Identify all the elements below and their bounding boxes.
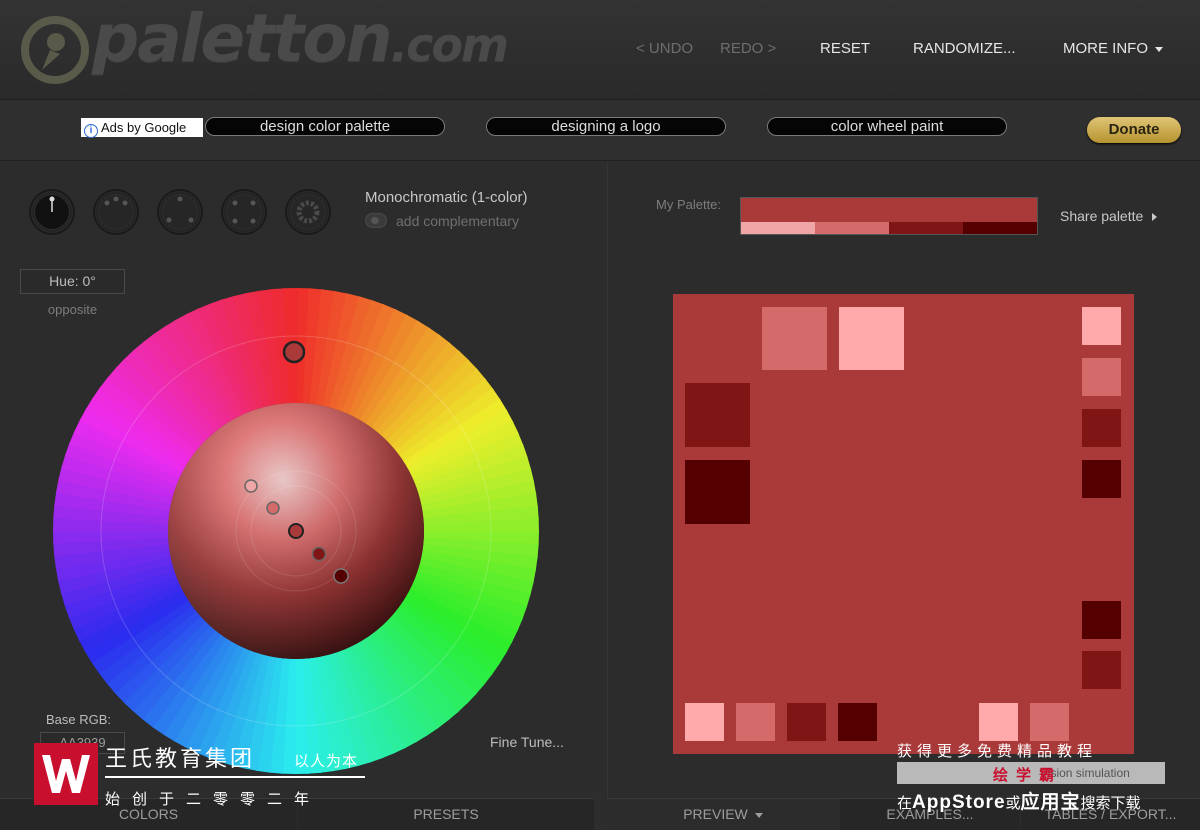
add-complementary-label: add complementary [396, 213, 519, 229]
palette-main-color[interactable] [741, 198, 1037, 222]
preview-swatch [1082, 601, 1121, 639]
watermark-divider [105, 776, 365, 778]
chevron-right-icon [1152, 213, 1158, 222]
preview-swatch [787, 703, 826, 741]
chevron-down-icon [754, 812, 763, 818]
palette-shade-2[interactable] [815, 222, 889, 234]
ad-link-color-wheel-paint[interactable]: color wheel paint [767, 117, 1007, 136]
header: paletton.com < UNDO REDO > RESET RANDOMI… [0, 0, 1200, 100]
ads-bar: i Ads by Google design color palette desi… [0, 101, 1200, 161]
paletton-app: paletton.com < UNDO REDO > RESET RANDOMI… [0, 0, 1200, 830]
reset-button[interactable]: RESET [820, 40, 870, 57]
watermark-logo-icon [34, 743, 98, 805]
scheme-adjacent-button[interactable] [93, 189, 139, 235]
shade-dot-light[interactable] [266, 501, 280, 515]
tetrad-dial-icon [227, 195, 261, 229]
preview-swatch [1082, 307, 1121, 345]
scheme-free-style-button[interactable] [285, 189, 331, 235]
preview-swatch [762, 307, 827, 370]
donate-button[interactable]: Donate [1087, 117, 1181, 143]
my-palette-label: My Palette: [656, 197, 722, 212]
chevron-down-icon [1155, 46, 1163, 52]
tab-presets[interactable]: PRESETS [298, 798, 594, 830]
shade-dot-dark[interactable] [311, 546, 327, 562]
watermark-promo-text: 获得更多免费精品教程 [897, 743, 1098, 760]
add-complementary-toggle[interactable] [365, 213, 387, 228]
hue-handle[interactable] [282, 340, 306, 364]
preview-swatch [838, 703, 877, 741]
triad-dial-icon [163, 195, 197, 229]
color-wheel[interactable] [53, 288, 539, 774]
adjacent-dial-icon [99, 195, 133, 229]
more-info-label: MORE INFO [1063, 40, 1148, 57]
preview-swatch [1082, 409, 1121, 447]
scheme-tetrad-button[interactable] [221, 189, 267, 235]
preview-swatch [1030, 703, 1069, 741]
base-rgb-label: Base RGB: [46, 712, 112, 727]
preview-swatch [1082, 460, 1121, 498]
preview-swatch [1082, 651, 1121, 689]
gear-icon [291, 195, 325, 229]
watermark-brand: 绘学霸 [993, 767, 1063, 784]
preview-swatch [839, 307, 904, 370]
preview-swatch [979, 703, 1018, 741]
info-icon: i [84, 124, 98, 138]
palette-shade-3[interactable] [889, 222, 963, 234]
watermark-download-text: 在AppStore或应用宝搜索下载 [897, 792, 1141, 813]
palette-strip[interactable] [740, 197, 1038, 235]
redo-button[interactable]: REDO > [720, 40, 776, 57]
preview-swatch [685, 383, 750, 447]
randomize-button[interactable]: RANDOMIZE... [913, 40, 1016, 57]
shade-dot-lightest[interactable] [244, 479, 258, 493]
scheme-triad-button[interactable] [157, 189, 203, 235]
shade-dot-darkest[interactable] [333, 568, 349, 584]
tab-preview[interactable]: PREVIEW [607, 798, 839, 830]
share-palette-button[interactable]: Share palette [1060, 208, 1158, 224]
more-info-menu[interactable]: MORE INFO [1063, 40, 1163, 57]
scheme-monochromatic-button[interactable] [29, 189, 75, 235]
color-preview-area [673, 294, 1134, 754]
palette-shade-1[interactable] [741, 222, 815, 234]
scheme-title: Monochromatic (1-color) [365, 189, 528, 206]
ads-by-google-label[interactable]: i Ads by Google [81, 118, 203, 138]
undo-button[interactable]: < UNDO [636, 40, 693, 57]
watermark-founded: 始创于二零零二年 [105, 791, 322, 808]
mono-dial-icon [35, 195, 69, 229]
palette-shade-4[interactable] [963, 222, 1037, 234]
logo-text[interactable]: paletton.com [92, 0, 509, 77]
preview-swatch [685, 703, 724, 741]
shade-dot-base[interactable] [288, 523, 304, 539]
fine-tune-button[interactable]: Fine Tune... [490, 734, 564, 750]
preview-swatch [685, 460, 750, 524]
watermark-company-name: 王氏教育集团 [105, 746, 256, 771]
ad-link-design-color-palette[interactable]: design color palette [205, 117, 445, 136]
preview-swatch [736, 703, 775, 741]
ad-link-designing-a-logo[interactable]: designing a logo [486, 117, 726, 136]
preview-swatch [1082, 358, 1121, 396]
paletton-logo-icon[interactable] [20, 14, 90, 86]
watermark-slogan: 以人为本 [294, 753, 359, 770]
